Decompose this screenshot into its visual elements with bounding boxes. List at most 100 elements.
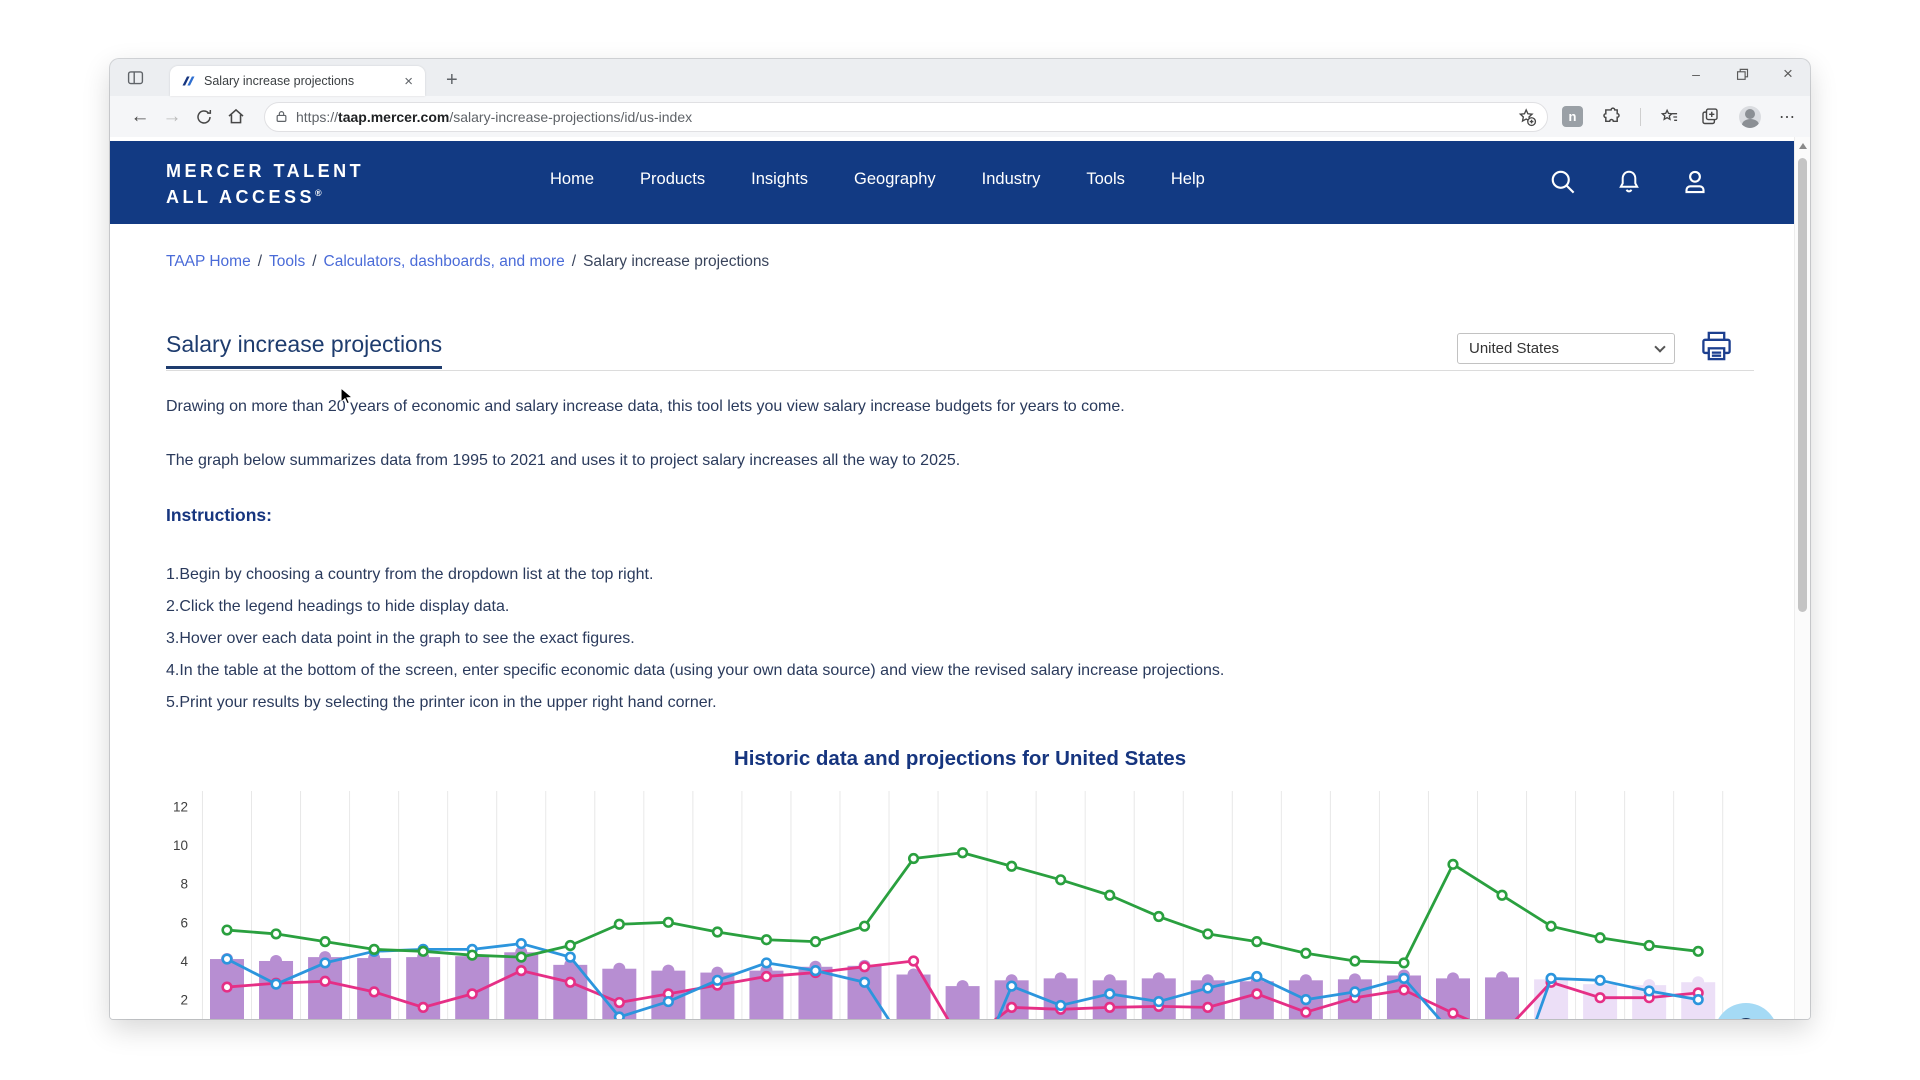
- green-line-point-2011[interactable]: [1007, 862, 1016, 871]
- green-line-point-2005[interactable]: [713, 928, 722, 937]
- add-favorite-icon[interactable]: [1517, 107, 1537, 127]
- pink-line-point-2017[interactable]: [1302, 1008, 1311, 1017]
- blue-line-point-2024[interactable]: [1645, 987, 1654, 996]
- breadcrumb-link-taap-home[interactable]: TAAP Home: [166, 253, 251, 270]
- green-line-point-1995[interactable]: [223, 926, 232, 935]
- green-line-point-1998[interactable]: [370, 945, 379, 954]
- pink-line-point-2000[interactable]: [468, 990, 477, 999]
- blue-line-point-2004[interactable]: [664, 997, 673, 1006]
- pink-line-point-2013[interactable]: [1105, 1003, 1114, 1012]
- pink-line-point-1997[interactable]: [321, 977, 330, 986]
- blue-line-point-2003[interactable]: [615, 1013, 624, 1019]
- nav-item-products[interactable]: Products: [640, 170, 705, 189]
- green-line-point-2012[interactable]: [1056, 875, 1065, 884]
- pink-line-point-2023[interactable]: [1596, 993, 1605, 1002]
- blue-line-point-2012[interactable]: [1056, 1001, 1065, 1010]
- green-line-point-2002[interactable]: [566, 941, 575, 950]
- scrollbar-thumb[interactable]: [1798, 158, 1807, 612]
- scrollbar-up-icon[interactable]: [1799, 143, 1807, 149]
- bar-2008[interactable]: [848, 966, 882, 1019]
- green-line-point-2009[interactable]: [909, 854, 918, 863]
- blue-line-point-2006[interactable]: [762, 959, 771, 968]
- green-line-point-2010[interactable]: [958, 848, 967, 857]
- print-icon[interactable]: [1698, 327, 1735, 365]
- blue-line-point-2011[interactable]: [1007, 982, 1016, 991]
- blue-line-point-2017[interactable]: [1302, 995, 1311, 1004]
- blue-line-point-2001[interactable]: [517, 939, 526, 948]
- blue-line-point-2013[interactable]: [1105, 990, 1114, 999]
- salary-increase-bars[interactable]: [210, 946, 1715, 1019]
- green-line-point-1996[interactable]: [272, 930, 281, 939]
- blue-line-point-2016[interactable]: [1253, 972, 1262, 981]
- green-line-point-2008[interactable]: [860, 922, 869, 931]
- back-icon[interactable]: ←: [124, 106, 156, 128]
- country-select[interactable]: United States: [1457, 333, 1675, 364]
- blue-line-point-1996[interactable]: [272, 980, 281, 989]
- green-line-point-2006[interactable]: [762, 935, 771, 944]
- breadcrumb-link-calculators-dashboards-and-more[interactable]: Calculators, dashboards, and more: [324, 253, 565, 270]
- account-person-icon[interactable]: [1680, 167, 1710, 197]
- pink-line-point-2001[interactable]: [517, 966, 526, 975]
- pink-line-point-2002[interactable]: [566, 978, 575, 987]
- pink-line-point-2016[interactable]: [1253, 990, 1262, 999]
- nav-item-geography[interactable]: Geography: [854, 170, 936, 189]
- pink-line-point-2011[interactable]: [1007, 1003, 1016, 1012]
- tab-close-icon[interactable]: ×: [400, 73, 417, 90]
- bar-1996[interactable]: [259, 961, 293, 1019]
- profile-avatar[interactable]: [1739, 106, 1761, 128]
- address-bar[interactable]: https://taap.mercer.com/salary-increase-…: [264, 102, 1548, 132]
- green-line-point-2004[interactable]: [664, 918, 673, 927]
- extensions-puzzle-icon[interactable]: [1601, 106, 1622, 127]
- minimize-icon[interactable]: –: [1686, 66, 1706, 82]
- green-line-point-2021[interactable]: [1498, 891, 1507, 900]
- green-line-point-2019[interactable]: [1400, 959, 1409, 968]
- page-scrollbar[interactable]: [1794, 137, 1810, 1019]
- nav-item-tools[interactable]: Tools: [1086, 170, 1125, 189]
- extension-n-icon[interactable]: n: [1562, 106, 1583, 127]
- blue-line-point-2002[interactable]: [566, 953, 575, 962]
- blue-line-point-2014[interactable]: [1154, 997, 1163, 1006]
- green-line-point-2022[interactable]: [1547, 922, 1556, 931]
- settings-ellipsis-icon[interactable]: ⋯: [1779, 107, 1796, 127]
- nav-item-insights[interactable]: Insights: [751, 170, 808, 189]
- blue-line-point-2022[interactable]: [1547, 974, 1556, 983]
- mercer-taap-logo[interactable]: MERCER TALENT ALL ACCESS®: [166, 160, 364, 208]
- pink-line-point-2003[interactable]: [615, 998, 624, 1007]
- blue-line-point-2005[interactable]: [713, 976, 722, 985]
- blue-line-point-1995[interactable]: [223, 955, 232, 964]
- forward-icon[interactable]: →: [156, 106, 188, 128]
- notifications-bell-icon[interactable]: [1615, 167, 1643, 197]
- salary-projections-chart[interactable]: 12108642: [110, 777, 1794, 1019]
- blue-line-point-2018[interactable]: [1351, 988, 1360, 997]
- pink-line-point-2020[interactable]: [1449, 1009, 1458, 1018]
- green-line-point-1999[interactable]: [419, 947, 428, 956]
- pink-line-point-2019[interactable]: [1400, 986, 1409, 995]
- tab-actions-icon[interactable]: [126, 68, 145, 87]
- pink-line-point-2006[interactable]: [762, 972, 771, 981]
- home-icon[interactable]: [220, 106, 252, 127]
- green-line-point-2023[interactable]: [1596, 933, 1605, 942]
- green-line-point-1997[interactable]: [321, 937, 330, 946]
- nav-item-help[interactable]: Help: [1171, 170, 1205, 189]
- green-line-point-2020[interactable]: [1449, 860, 1458, 869]
- pink-line-point-1998[interactable]: [370, 988, 379, 997]
- close-window-icon[interactable]: ×: [1778, 64, 1798, 84]
- pink-line-point-2015[interactable]: [1204, 1003, 1213, 1012]
- nav-item-home[interactable]: Home: [550, 170, 594, 189]
- green-line-point-2001[interactable]: [517, 953, 526, 962]
- green-line-point-2007[interactable]: [811, 937, 820, 946]
- blue-line-point-2008[interactable]: [860, 978, 869, 987]
- green-line-point-2017[interactable]: [1302, 949, 1311, 958]
- bar-2021[interactable]: [1485, 977, 1519, 1019]
- blue-line-point-2025[interactable]: [1694, 995, 1703, 1004]
- favorites-bar-icon[interactable]: [1659, 107, 1681, 127]
- green-line-point-2003[interactable]: [615, 920, 624, 929]
- pink-line-point-1995[interactable]: [223, 983, 232, 992]
- new-tab-icon[interactable]: +: [440, 66, 464, 94]
- collections-icon[interactable]: [1699, 106, 1721, 127]
- green-line-point-2024[interactable]: [1645, 941, 1654, 950]
- blue-line-point-1997[interactable]: [321, 959, 330, 968]
- green-line-point-2018[interactable]: [1351, 957, 1360, 966]
- green-line-point-2015[interactable]: [1204, 930, 1213, 939]
- pink-line-point-1999[interactable]: [419, 1003, 428, 1012]
